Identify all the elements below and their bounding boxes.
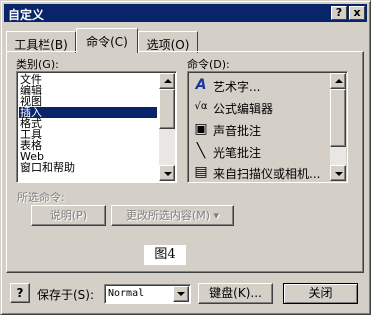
list-item[interactable]: 窗口和帮助 — [19, 162, 157, 173]
save-in-value: Normal — [108, 288, 145, 299]
commands-label: 命令(D): — [187, 58, 230, 71]
help-button[interactable]: ? — [331, 6, 347, 20]
commands-scrollbar[interactable] — [330, 73, 346, 181]
categories-label: 类别(G): — [16, 58, 59, 71]
categories-listbox[interactable]: 文件 编辑 视图 插入 格式 工具 表格 Web 窗口和帮助 — [16, 71, 177, 183]
arrow-down-icon — [164, 172, 172, 176]
figure-caption: 图4 — [144, 245, 186, 265]
command-label: 光笔批注 — [213, 146, 262, 160]
help-icon[interactable]: ? — [10, 283, 30, 303]
command-item[interactable]: ╲ 光笔批注 — [191, 140, 339, 162]
arrow-down-icon — [335, 172, 343, 176]
dialog-title: 自定义 — [8, 8, 45, 22]
command-item[interactable]: √α 公式编辑器 — [191, 96, 339, 118]
equation-icon: √α — [194, 101, 208, 112]
pen-comment-icon: ╲ — [196, 143, 206, 159]
close-window-button[interactable]: x — [349, 6, 365, 20]
arrow-up-icon — [335, 79, 343, 83]
chevron-down-icon — [177, 292, 185, 296]
tab-options[interactable]: 选项(O) — [138, 31, 198, 53]
command-item[interactable]: ▣ 声音批注 — [191, 118, 339, 140]
command-label: 声音批注 — [213, 124, 262, 138]
scanner-icon: ▤ — [194, 164, 208, 180]
close-button[interactable]: 关闭 — [283, 283, 358, 304]
customize-dialog: 自定义 ? x 工具栏(B) 命令(C) 选项(O) 类别(G): 文件 编辑 … — [0, 0, 371, 315]
wordart-icon: A — [195, 77, 207, 93]
dropdown-button[interactable] — [173, 286, 189, 302]
command-item[interactable]: A 艺术字... — [191, 74, 339, 96]
scroll-down-button[interactable] — [330, 165, 346, 181]
tab-options-label: 选项(O) — [146, 38, 190, 52]
sound-comment-icon: ▣ — [194, 121, 208, 137]
arrow-up-icon — [164, 79, 172, 83]
tab-commands[interactable]: 命令(C) — [76, 28, 138, 53]
scroll-up-button[interactable] — [159, 73, 175, 89]
selected-command-label: 所选命令: — [17, 191, 65, 204]
modify-selection-button[interactable]: 更改所选内容(M) ▾ — [111, 205, 234, 226]
command-label: 来自扫描仪或相机... — [213, 167, 321, 181]
scroll-down-button[interactable] — [159, 165, 175, 181]
tab-toolbars[interactable]: 工具栏(B) — [6, 31, 76, 53]
commands-listbox[interactable]: A 艺术字... √α 公式编辑器 ▣ 声音批注 ╲ 光笔批注 ▤ 来自扫描仪或… — [187, 71, 348, 183]
scroll-thumb[interactable] — [330, 89, 346, 147]
command-label: 艺术字... — [213, 80, 261, 94]
save-in-select[interactable]: Normal — [104, 284, 191, 304]
save-in-label: 保存于(S): — [37, 288, 95, 302]
keyboard-button[interactable]: 键盘(K)... — [198, 283, 273, 304]
tab-toolbars-label: 工具栏(B) — [14, 38, 68, 52]
scroll-thumb[interactable] — [159, 89, 175, 129]
tab-panel: 类别(G): 文件 编辑 视图 插入 格式 工具 表格 Web 窗口和帮助 命令… — [6, 51, 364, 273]
command-item[interactable]: ▤ 来自扫描仪或相机... — [191, 161, 339, 183]
command-label: 公式编辑器 — [213, 102, 274, 116]
scroll-up-button[interactable] — [330, 73, 346, 89]
describe-button[interactable]: 说明(P) — [31, 205, 106, 226]
categories-scrollbar[interactable] — [159, 73, 175, 181]
tab-commands-label: 命令(C) — [86, 35, 128, 49]
title-bar: 自定义 ? x — [4, 4, 367, 22]
